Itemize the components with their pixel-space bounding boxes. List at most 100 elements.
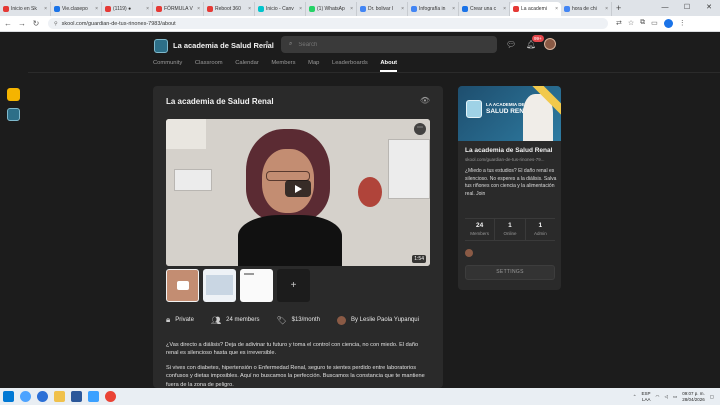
- translate-icon[interactable]: ⇄: [616, 19, 622, 28]
- tab-close-icon[interactable]: ×: [452, 6, 455, 12]
- group-name[interactable]: La academia de Salud Renal: [173, 41, 274, 50]
- price-tag-icon: 🏷︎: [276, 315, 287, 325]
- browser-tab[interactable]: (1119) ● ×: [102, 2, 153, 16]
- tab-close-icon[interactable]: ×: [299, 6, 302, 12]
- tab-close-icon[interactable]: ×: [605, 6, 608, 12]
- group-icon-2[interactable]: [7, 108, 20, 121]
- tab-label: Inicio en Sk: [11, 6, 37, 12]
- price-label: $13/month: [291, 317, 320, 323]
- thumbnail-image-3[interactable]: [240, 269, 273, 302]
- tab-favicon-icon: [564, 6, 570, 12]
- tab-label: Reboot 360: [215, 6, 241, 12]
- notifications-icon[interactable]: ▢: [710, 394, 714, 400]
- tab-close-icon[interactable]: ×: [44, 6, 47, 12]
- browser-tab[interactable]: Infografía in ×: [408, 2, 459, 16]
- settings-button[interactable]: SETTINGS: [465, 265, 555, 280]
- wifi-icon[interactable]: ◠: [656, 394, 660, 400]
- start-icon[interactable]: [3, 391, 14, 402]
- group-nav: Community Classroom Calendar Members Map Lead…: [153, 60, 410, 72]
- video-lamp: [166, 119, 206, 149]
- group-switch-icon[interactable]: ⇕: [264, 40, 270, 48]
- browser-tab[interactable]: Dr. bolivar I ×: [357, 2, 408, 16]
- tab-close-icon[interactable]: ×: [350, 6, 353, 12]
- browser-tab[interactable]: FÓRMULA V ×: [153, 2, 204, 16]
- menu-icon[interactable]: ⋮: [679, 19, 686, 28]
- tab-close-icon[interactable]: ×: [146, 6, 149, 12]
- clock-time: 09:07 p. m.: [682, 390, 705, 396]
- back-icon[interactable]: ←: [2, 19, 14, 28]
- add-media-button[interactable]: +: [277, 269, 310, 302]
- profile-avatar[interactable]: [663, 19, 673, 28]
- store-icon[interactable]: [71, 391, 82, 402]
- tab-favicon-icon: [156, 6, 162, 12]
- browser-tab[interactable]: Reboot 360 ×: [204, 2, 255, 16]
- reload-icon[interactable]: ↻: [30, 19, 42, 28]
- tab-close-icon[interactable]: ×: [197, 6, 200, 12]
- close-window-icon[interactable]: ✕: [698, 0, 720, 16]
- browser-tab[interactable]: Vie.clasepo ×: [51, 2, 102, 16]
- video-shelf: [174, 169, 212, 191]
- search-input[interactable]: [298, 41, 479, 48]
- tab-classroom[interactable]: Classroom: [195, 60, 223, 72]
- tab-map[interactable]: Map: [308, 60, 319, 72]
- browser-tab[interactable]: (1) WhatsAp ×: [306, 2, 357, 16]
- browser-tab[interactable]: hora de chi ×: [561, 2, 612, 16]
- sidebar-icon[interactable]: ▭: [651, 19, 658, 28]
- tab-leaderboards[interactable]: Leaderboards: [332, 60, 368, 72]
- maximize-icon[interactable]: ☐: [676, 0, 698, 16]
- tray-chevron-icon[interactable]: ⌃: [633, 394, 637, 400]
- tab-close-icon[interactable]: ×: [503, 6, 506, 12]
- tab-favicon-icon: [309, 6, 315, 12]
- tab-calendar[interactable]: Calendar: [235, 60, 259, 72]
- forward-icon[interactable]: →: [16, 19, 28, 28]
- tab-label: Vie.clasepo: [62, 6, 88, 12]
- summary-url[interactable]: skool.com/guardian-de-tus-rinones-79...: [465, 157, 557, 162]
- visibility-icon[interactable]: 👁︎: [420, 96, 430, 105]
- browser-tab[interactable]: Inicio - Canv ×: [255, 2, 306, 16]
- search-taskbar-icon[interactable]: [20, 391, 31, 402]
- clock[interactable]: 09:07 p. m. 28/04/2026: [682, 391, 705, 403]
- tab-close-icon[interactable]: ×: [555, 6, 558, 12]
- thumbnail-image-2[interactable]: [203, 269, 236, 302]
- more-options-icon[interactable]: ⋯: [414, 123, 426, 135]
- tab-label: FÓRMULA V: [164, 6, 193, 12]
- user-avatar[interactable]: [544, 38, 556, 50]
- play-button[interactable]: [285, 180, 311, 197]
- group-logo[interactable]: [154, 39, 168, 53]
- app-icon[interactable]: [88, 391, 99, 402]
- input-language[interactable]: ESP LAA: [642, 391, 651, 403]
- minimize-icon[interactable]: —: [654, 0, 676, 16]
- chrome-icon[interactable]: [105, 391, 116, 402]
- admin-avatar[interactable]: [465, 249, 473, 257]
- owner-info[interactable]: By Leslie Paola Yupanqui: [336, 315, 419, 325]
- bookmark-star-icon[interactable]: ☆: [628, 19, 634, 28]
- tab-members[interactable]: Members: [271, 60, 295, 72]
- battery-icon[interactable]: ▭: [673, 394, 677, 400]
- group-icon-1[interactable]: [7, 88, 20, 101]
- browser-tab[interactable]: Inicio en Sk ×: [0, 2, 51, 16]
- tab-community[interactable]: Community: [153, 60, 182, 72]
- price-info: 🏷︎ $13/month: [276, 316, 320, 325]
- site-info-icon[interactable]: ⚲: [54, 21, 58, 27]
- banner-logo: [466, 100, 482, 118]
- url-field[interactable]: ⚲ skool.com/guardian-de-tus-rinones-7983…: [48, 18, 608, 29]
- file-explorer-icon[interactable]: [54, 391, 65, 402]
- tab-label: Inicio - Canv: [266, 6, 294, 12]
- browser-tab[interactable]: La academi ×: [510, 2, 561, 16]
- edge-icon[interactable]: [37, 391, 48, 402]
- tab-label: (1) WhatsAp: [317, 6, 345, 12]
- members-label: 24 members: [226, 317, 260, 323]
- summary-description: ¿Miedo a tus estudios? El daño renal es …: [465, 168, 557, 199]
- thumbnail-video[interactable]: [166, 269, 199, 302]
- intro-video[interactable]: ⋯ 1:54: [166, 119, 430, 266]
- tab-close-icon[interactable]: ×: [248, 6, 251, 12]
- browser-tab[interactable]: Crear una c ×: [459, 2, 510, 16]
- tab-about[interactable]: About: [380, 60, 398, 72]
- new-tab-button[interactable]: +: [616, 3, 621, 13]
- volume-icon[interactable]: ◁: [664, 394, 667, 400]
- tab-close-icon[interactable]: ×: [95, 6, 98, 12]
- chat-icon[interactable]: 💬︎: [506, 40, 516, 49]
- search-box[interactable]: ⌕: [281, 36, 497, 53]
- tab-close-icon[interactable]: ×: [401, 6, 404, 12]
- extensions-icon[interactable]: ⧉: [640, 19, 645, 28]
